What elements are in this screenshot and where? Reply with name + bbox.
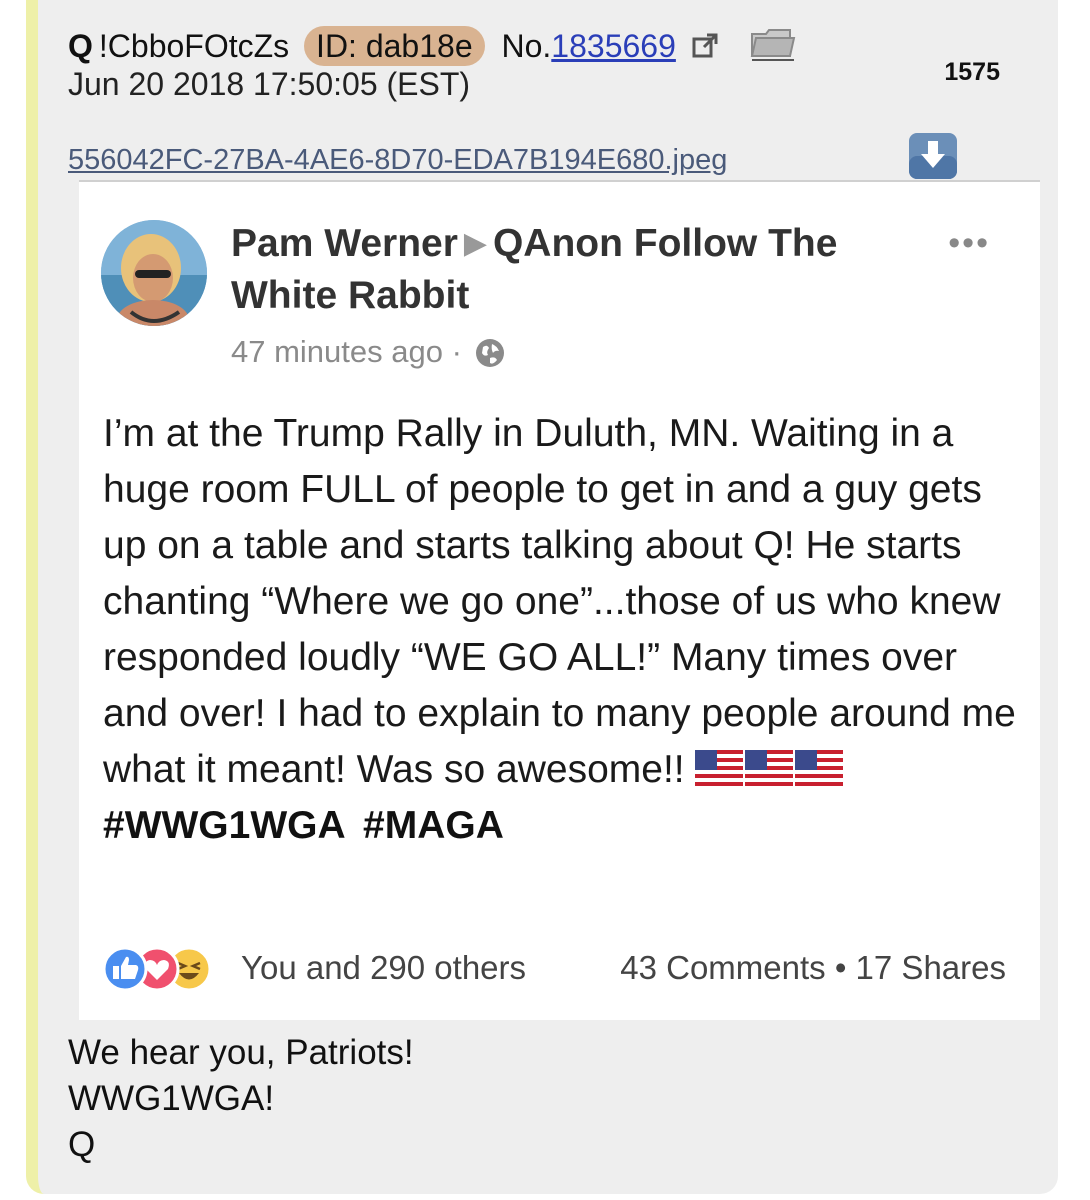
file-link[interactable]: 556042FC-27BA-4AE6-8D70-EDA7B194E680.jpe… [68,144,727,176]
poster-name: Q [68,28,93,64]
fb-author-line: Pam Werner ▶ QAnon Follow The White Rabbit [231,218,931,322]
embedded-facebook-post: Pam Werner ▶ QAnon Follow The White Rabbit… [79,180,1040,1020]
fb-author-name[interactable]: Pam Werner [231,222,458,265]
us-flag-icon [745,750,794,786]
fb-likes-count[interactable]: You and 290 others [241,946,526,990]
fb-post-body: I’m at the Trump Rally in Duluth, MN. Wa… [103,406,1023,854]
post-container: Q !CbboFOtcZs ID: dab18e No.1835669 Jun 2… [26,0,1058,1194]
fb-timestamp: 47 minutes ago · [231,332,505,372]
fb-post-text: I’m at the Trump Rally in Duluth, MN. Wa… [103,412,1016,791]
avatar [101,220,207,326]
us-flags [695,748,845,791]
us-flag-icon [795,750,844,786]
post-message-line: Q [68,1125,96,1164]
post-count: 1575 [944,58,1000,86]
poster-tripcode: !CbboFOtcZs [98,28,290,64]
fb-hashtags[interactable]: #WWG1WGA #MAGA [103,804,504,847]
us-flag-icon [695,750,744,786]
post-number-link[interactable]: 1835669 [551,28,676,64]
fb-time-separator: · [451,334,462,369]
more-options-icon[interactable]: ••• [948,224,990,263]
fb-reactions[interactable] [101,944,221,994]
post-message-line: We hear you, Patriots! [68,1033,414,1072]
post-date: Jun 20 2018 17:50:05 (EST) [68,66,471,102]
download-icon[interactable] [908,132,958,180]
fb-time-text[interactable]: 47 minutes ago [231,334,443,369]
post-number-prefix: No. [501,28,552,64]
post-message: We hear you, Patriots! WWG1WGA! Q [68,1030,414,1168]
fb-comments-shares[interactable]: 43 Comments • 17 Shares [620,946,1006,990]
poster-id-badge[interactable]: ID: dab18e [304,26,485,66]
external-link-icon[interactable] [691,29,719,69]
like-reaction-icon [102,946,148,992]
globe-icon [475,339,504,367]
post-number: No.1835669 [502,28,676,64]
folder-icon[interactable] [750,26,796,71]
share-arrow-icon: ▶ [463,227,487,260]
file-row: 556042FC-27BA-4AE6-8D70-EDA7B194E680.jpe… [68,140,727,180]
post-message-line: WWG1WGA! [68,1079,275,1118]
